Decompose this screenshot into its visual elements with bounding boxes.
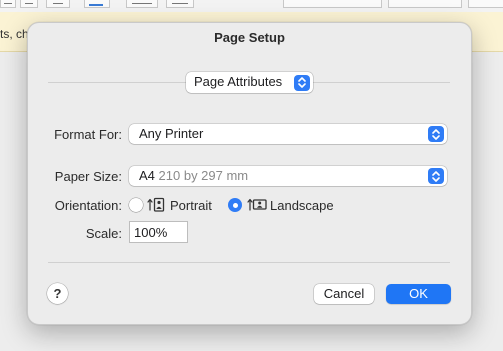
style-heading-swatch — [468, 0, 503, 8]
toolbar-borders-icon — [166, 0, 194, 8]
scale-label: Scale: — [85, 226, 122, 241]
portrait-label[interactable]: Portrait — [170, 198, 212, 213]
dialog-title: Page Setup — [214, 30, 285, 45]
toolbar-align-left-icon — [0, 0, 16, 8]
settings-popup[interactable]: Page Attributes — [186, 72, 313, 93]
style-no-spacing-swatch — [388, 0, 462, 8]
toolbar-list-icon — [84, 0, 110, 8]
popup-stepper-icon — [294, 74, 310, 91]
scale-value: 100% — [134, 225, 168, 240]
cancel-button[interactable]: Cancel — [314, 284, 374, 304]
paper-size-popup[interactable]: A4 210 by 297 mm — [129, 166, 447, 186]
bottom-separator — [48, 262, 450, 263]
portrait-radio[interactable] — [129, 198, 143, 212]
format-for-popup[interactable]: Any Printer — [129, 124, 447, 144]
toolbar-table-icon — [126, 0, 158, 8]
landscape-radio[interactable] — [228, 198, 242, 212]
help-button[interactable]: ? — [47, 283, 68, 304]
format-for-label: Format For: — [54, 127, 122, 142]
ok-button[interactable]: OK — [386, 284, 451, 304]
popup-stepper-icon — [428, 168, 444, 184]
toolbar-align-center-icon — [20, 0, 38, 8]
settings-popup-value: Page Attributes — [194, 74, 283, 89]
format-for-value: Any Printer — [139, 126, 204, 141]
paper-size-detail: 210 by 297 mm — [158, 168, 249, 183]
toolbar-align-right-icon — [46, 0, 70, 8]
page-setup-dialog: Page Setup Page Attributes Format For: A… — [27, 22, 472, 325]
landscape-label[interactable]: Landscape — [270, 198, 334, 213]
popup-stepper-icon — [428, 126, 444, 142]
scale-input[interactable]: 100% — [129, 221, 188, 243]
paper-size-name: A4 — [139, 168, 155, 183]
paper-size-label: Paper Size: — [54, 169, 122, 184]
banner-text: ts, ch — [0, 27, 29, 41]
orientation-label: Orientation: — [54, 198, 122, 213]
help-icon: ? — [53, 286, 62, 301]
landscape-orientation-icon — [247, 198, 267, 211]
style-normal-swatch — [283, 0, 382, 8]
portrait-orientation-icon — [147, 197, 165, 212]
paper-size-value: A4 210 by 297 mm — [139, 168, 248, 183]
